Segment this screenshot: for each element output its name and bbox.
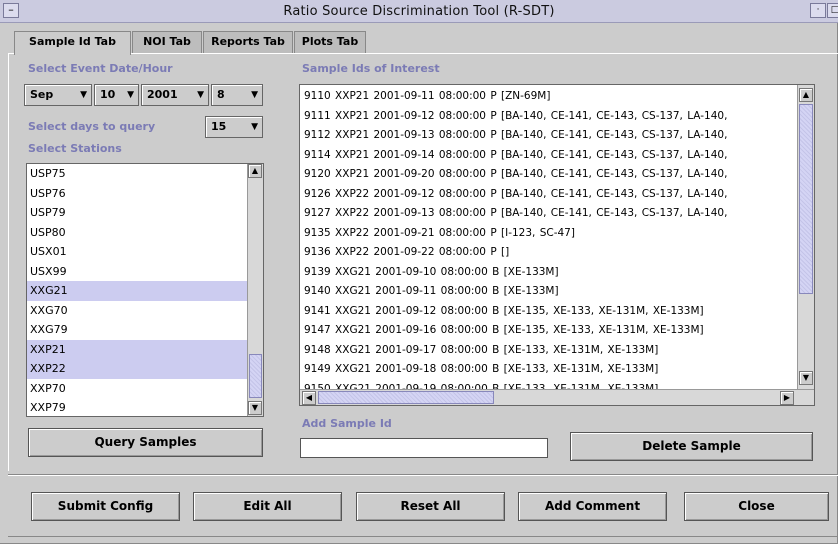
- station-item[interactable]: XXP79: [27, 398, 247, 416]
- sample-rows: 9110 XXP21 2001-09-11 08:00:00 P [ZN-69M…: [300, 87, 796, 389]
- minimize-icon[interactable]: ·: [810, 3, 826, 18]
- tab-sample-id[interactable]: Sample Id Tab: [14, 31, 131, 55]
- sample-item[interactable]: 9112 XXP21 2001-09-13 08:00:00 P [BA-140…: [300, 126, 796, 146]
- chevron-down-icon: ▼: [127, 90, 134, 100]
- days-value: 15: [211, 120, 227, 133]
- station-item[interactable]: XXG79: [27, 320, 247, 340]
- day-value: 10: [100, 88, 116, 101]
- samples-hscrollbar[interactable]: ◀ ▶: [300, 389, 814, 405]
- sample-item[interactable]: 9135 XXP22 2001-09-21 08:00:00 P [I-123,…: [300, 224, 796, 244]
- delete-sample-button[interactable]: Delete Sample: [570, 432, 813, 461]
- year-value: 2001: [147, 88, 178, 101]
- sample-item[interactable]: 9140 XXG21 2001-09-11 08:00:00 B [XE-133…: [300, 282, 796, 302]
- sample-item[interactable]: 9114 XXP21 2001-09-14 08:00:00 P [BA-140…: [300, 146, 796, 166]
- add-sample-label: Add Sample Id: [302, 417, 392, 430]
- query-samples-button[interactable]: Query Samples: [28, 428, 263, 457]
- day-select[interactable]: 10 ▼: [94, 84, 139, 106]
- chevron-down-icon: ▼: [251, 90, 258, 100]
- sample-item[interactable]: 9111 XXP21 2001-09-12 08:00:00 P [BA-140…: [300, 107, 796, 127]
- add-sample-input[interactable]: [300, 438, 548, 458]
- stations-rows: USP75 USP76 USP79 USP80 USX01 USX99 XXG21 XXG70…: [27, 164, 247, 416]
- scroll-thumb[interactable]: [249, 354, 262, 398]
- station-item[interactable]: XXP22: [27, 359, 247, 379]
- reset-all-button[interactable]: Reset All: [356, 492, 505, 521]
- station-item[interactable]: XXP21: [27, 339, 247, 359]
- main-window: – Ratio Source Discrimination Tool (R-SD…: [0, 0, 838, 544]
- station-item[interactable]: USP76: [27, 184, 247, 204]
- sample-item[interactable]: 9147 XXG21 2001-09-16 08:00:00 B [XE-135…: [300, 321, 796, 341]
- submit-config-button[interactable]: Submit Config: [31, 492, 180, 521]
- station-item[interactable]: USP75: [27, 164, 247, 184]
- scroll-left-icon[interactable]: ◀: [302, 391, 316, 405]
- station-item[interactable]: USP79: [27, 203, 247, 223]
- hour-select[interactable]: 8 ▼: [211, 84, 263, 106]
- sample-item[interactable]: 9148 XXG21 2001-09-17 08:00:00 B [XE-133…: [300, 341, 796, 361]
- sample-item[interactable]: 9150 XXG21 2001-09-19 08:00:00 B [XE-133…: [300, 380, 796, 390]
- samples-vscrollbar[interactable]: ▲ ▼: [797, 85, 814, 389]
- chevron-down-icon: ▼: [80, 90, 87, 100]
- tab-reports[interactable]: Reports Tab: [203, 31, 293, 53]
- month-value: Sep: [30, 88, 54, 101]
- chevron-down-icon: ▼: [251, 122, 258, 132]
- stations-list[interactable]: USP75 USP76 USP79 USP80 USX01 USX99 XXG21 XXG70…: [26, 163, 264, 417]
- sample-item[interactable]: 9110 XXP21 2001-09-11 08:00:00 P [ZN-69M…: [300, 87, 796, 107]
- scroll-up-icon[interactable]: ▲: [248, 164, 262, 178]
- chevron-down-icon: ▼: [197, 90, 204, 100]
- station-item[interactable]: USX99: [27, 262, 247, 282]
- month-select[interactable]: Sep ▼: [24, 84, 92, 106]
- event-date-label: Select Event Date/Hour: [28, 62, 173, 75]
- maximize-icon[interactable]: □: [827, 3, 838, 18]
- select-stations-label: Select Stations: [28, 142, 122, 155]
- sample-item[interactable]: 9136 XXP22 2001-09-22 08:00:00 P []: [300, 243, 796, 263]
- days-to-query-label: Select days to query: [28, 120, 156, 133]
- station-item[interactable]: USX01: [27, 242, 247, 262]
- sample-item[interactable]: 9149 XXG21 2001-09-18 08:00:00 B [XE-133…: [300, 360, 796, 380]
- sample-item[interactable]: 9120 XXP21 2001-09-20 08:00:00 P [BA-140…: [300, 165, 796, 185]
- year-select[interactable]: 2001 ▼: [141, 84, 209, 106]
- sample-item[interactable]: 9139 XXG21 2001-09-10 08:00:00 B [XE-133…: [300, 263, 796, 283]
- window-bottom-edge: [8, 536, 838, 538]
- hscroll-thumb[interactable]: [318, 391, 494, 404]
- stations-scrollbar[interactable]: ▲ ▼: [247, 164, 263, 416]
- title-bar[interactable]: – Ratio Source Discrimination Tool (R-SD…: [0, 0, 838, 23]
- scroll-thumb[interactable]: [799, 104, 813, 294]
- sample-item[interactable]: 9127 XXP22 2001-09-13 08:00:00 P [BA-140…: [300, 204, 796, 224]
- window-title: Ratio Source Discrimination Tool (R-SDT): [283, 4, 555, 19]
- sample-item[interactable]: 9126 XXP22 2001-09-12 08:00:00 P [BA-140…: [300, 185, 796, 205]
- scroll-down-icon[interactable]: ▼: [248, 401, 262, 415]
- sample-ids-list[interactable]: 9110 XXP21 2001-09-11 08:00:00 P [ZN-69M…: [299, 84, 815, 406]
- add-comment-button[interactable]: Add Comment: [518, 492, 667, 521]
- station-item[interactable]: XXP70: [27, 379, 247, 399]
- hour-value: 8: [217, 88, 225, 101]
- station-item[interactable]: XXG70: [27, 301, 247, 321]
- scroll-up-icon[interactable]: ▲: [799, 88, 813, 102]
- footer-divider: [8, 474, 838, 476]
- tab-plots[interactable]: Plots Tab: [294, 31, 366, 53]
- station-item[interactable]: USP80: [27, 223, 247, 243]
- sample-ids-label: Sample Ids of Interest: [302, 62, 440, 75]
- sample-item[interactable]: 9141 XXG21 2001-09-12 08:00:00 B [XE-135…: [300, 302, 796, 322]
- scroll-right-icon[interactable]: ▶: [780, 391, 794, 405]
- tab-noi[interactable]: NOI Tab: [132, 31, 202, 53]
- close-button[interactable]: Close: [684, 492, 829, 521]
- station-item[interactable]: XXG21: [27, 281, 247, 301]
- edit-all-button[interactable]: Edit All: [193, 492, 342, 521]
- days-select[interactable]: 15 ▼: [205, 116, 263, 138]
- scroll-down-icon[interactable]: ▼: [799, 371, 813, 385]
